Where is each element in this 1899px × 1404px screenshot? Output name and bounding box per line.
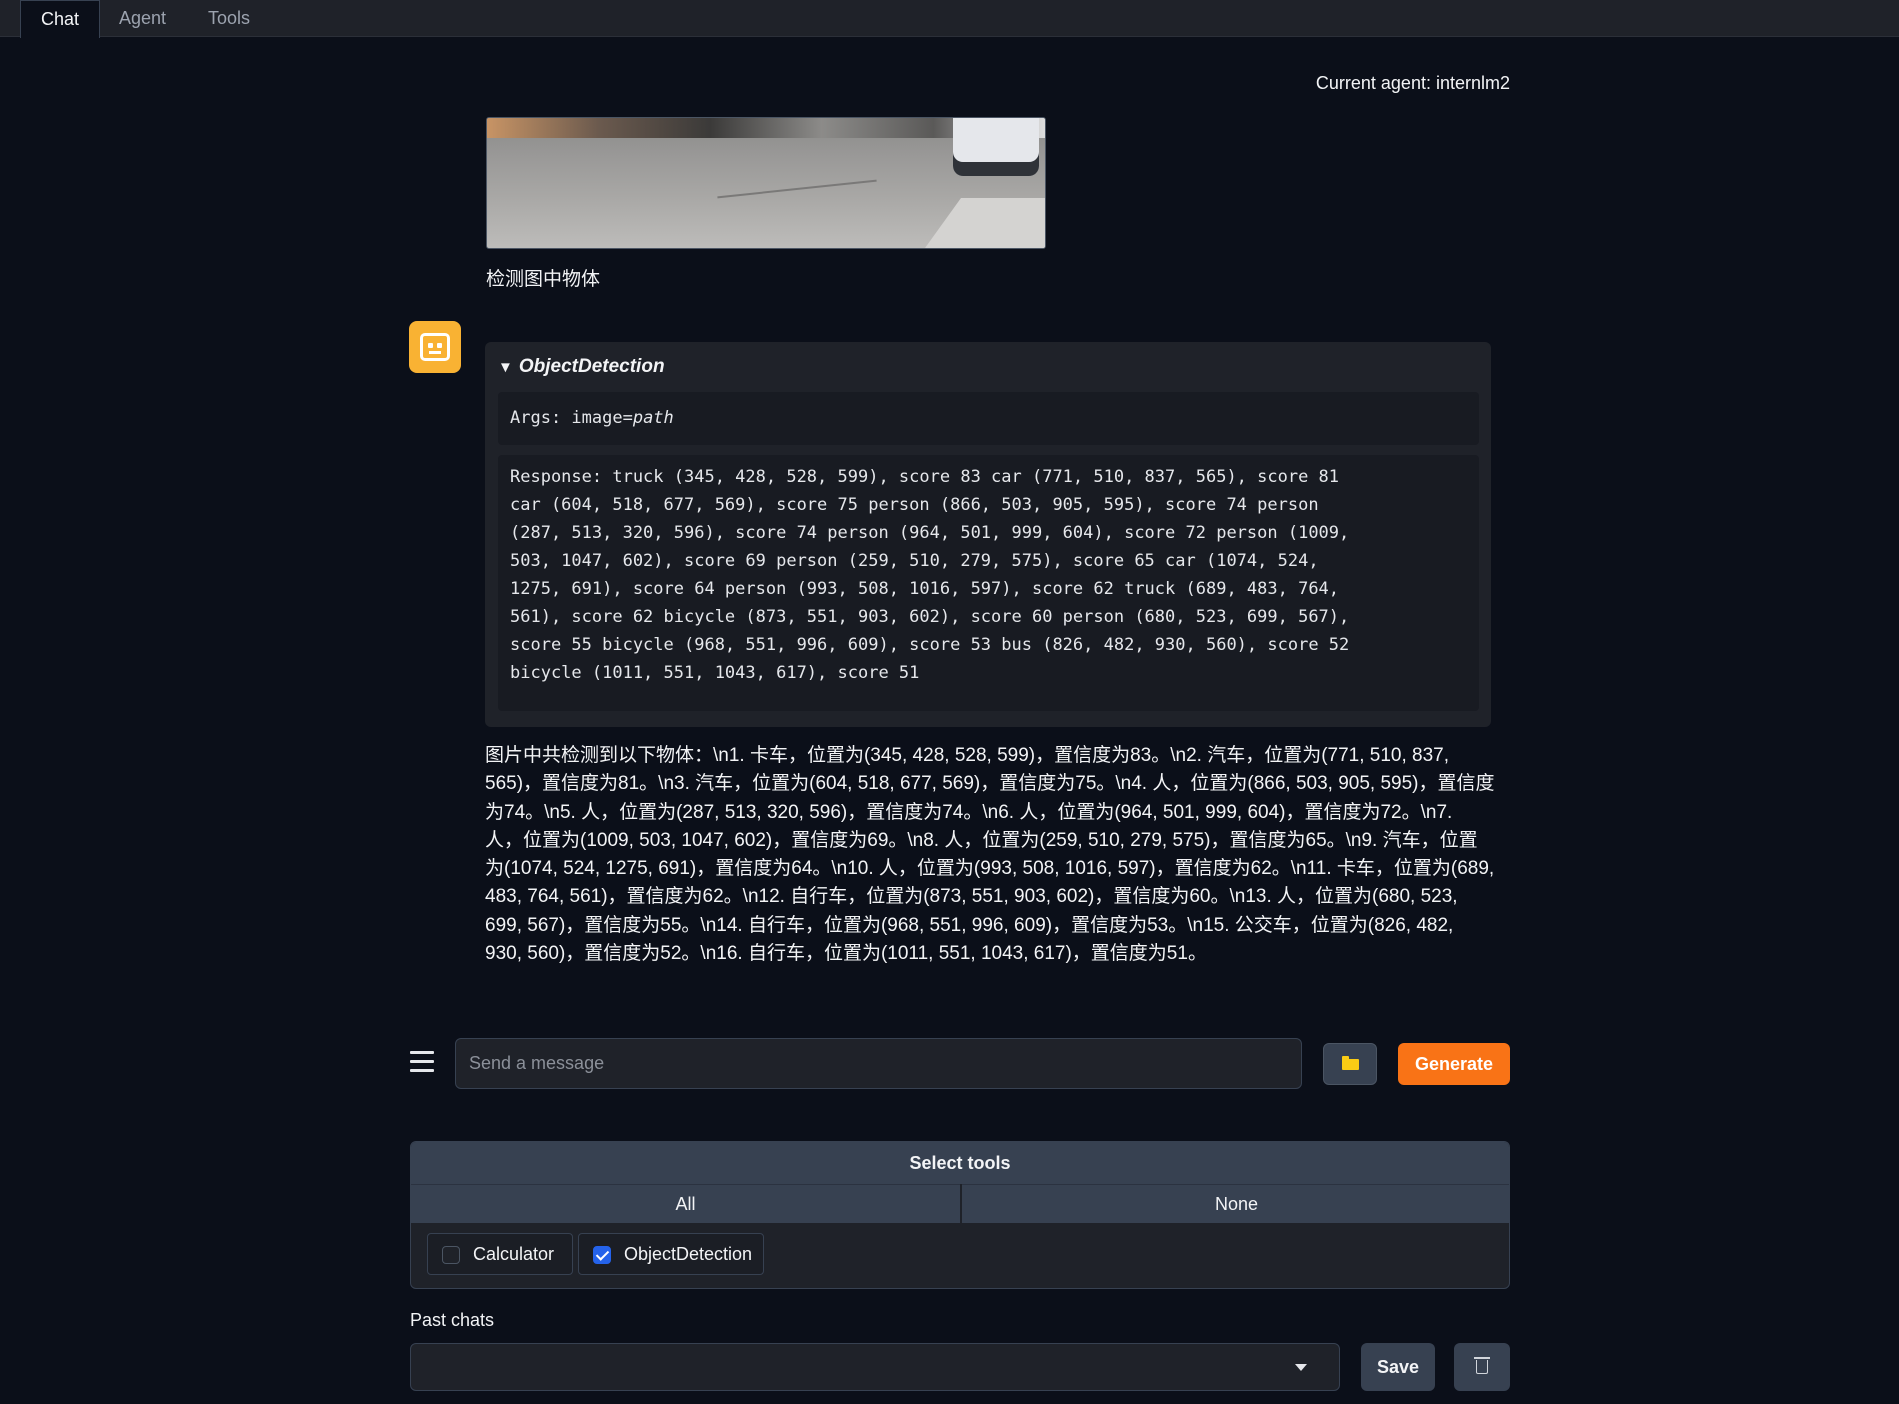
folder-icon bbox=[1342, 1056, 1359, 1070]
tool-args-prefix: Args: image= bbox=[510, 408, 633, 428]
past-chats-label: Past chats bbox=[410, 1310, 495, 1330]
expand-triangle-icon: ▼ bbox=[498, 359, 513, 376]
chevron-down-icon bbox=[1295, 1364, 1307, 1371]
tool-checkbox-label: Calculator bbox=[473, 1244, 555, 1264]
uploaded-street-image bbox=[486, 117, 1046, 249]
tool-checkbox-calculator[interactable]: Calculator bbox=[427, 1233, 573, 1275]
user-message: 检测图中物体 bbox=[486, 269, 601, 290]
current-agent-label: Current agent: internlm2 bbox=[1315, 73, 1510, 93]
tool-checkbox-objectdetection[interactable]: ObjectDetection bbox=[578, 1233, 764, 1275]
delete-chat-button[interactable] bbox=[1454, 1343, 1510, 1391]
bot-answer: 图片中共检测到以下物体：\n1. 卡车，位置为(345, 428, 528, 5… bbox=[485, 745, 1495, 965]
select-none-button[interactable]: None bbox=[962, 1184, 1509, 1223]
tool-response: Response: truck (345, 428, 528, 599), sc… bbox=[498, 455, 1479, 711]
tool-checkbox-label: ObjectDetection bbox=[624, 1244, 753, 1264]
save-button[interactable]: Save bbox=[1361, 1343, 1435, 1391]
tool-args: Args: image=path bbox=[498, 392, 1479, 445]
tab-agent[interactable]: Agent bbox=[99, 0, 186, 36]
message-input[interactable] bbox=[455, 1038, 1302, 1089]
bot-avatar-icon bbox=[409, 321, 461, 373]
checkbox-checked-icon[interactable] bbox=[593, 1246, 611, 1264]
menu-icon[interactable] bbox=[410, 1051, 436, 1073]
upload-button[interactable] bbox=[1323, 1043, 1377, 1085]
trash-icon bbox=[1474, 1357, 1490, 1359]
past-chats-dropdown[interactable] bbox=[410, 1343, 1340, 1391]
tab-chat[interactable]: Chat bbox=[20, 0, 101, 38]
select-all-button[interactable]: All bbox=[411, 1184, 960, 1223]
generate-button[interactable]: Generate bbox=[1398, 1043, 1510, 1085]
select-tools-title: Select tools bbox=[411, 1142, 1509, 1184]
select-tools-panel: Select tools All None Calculator ObjectD… bbox=[410, 1141, 1510, 1289]
tab-bar: Chat Agent Tools bbox=[0, 0, 1899, 38]
checkbox-unchecked-icon[interactable] bbox=[442, 1246, 460, 1264]
tool-args-value: path bbox=[632, 408, 674, 428]
tool-name: ObjectDetection bbox=[518, 356, 665, 377]
tool-call-summary[interactable]: ▼ ObjectDetection bbox=[498, 356, 665, 378]
tool-call-card: ▼ ObjectDetection Args: image=path Respon… bbox=[485, 342, 1491, 727]
tab-tools[interactable]: Tools bbox=[188, 0, 270, 36]
